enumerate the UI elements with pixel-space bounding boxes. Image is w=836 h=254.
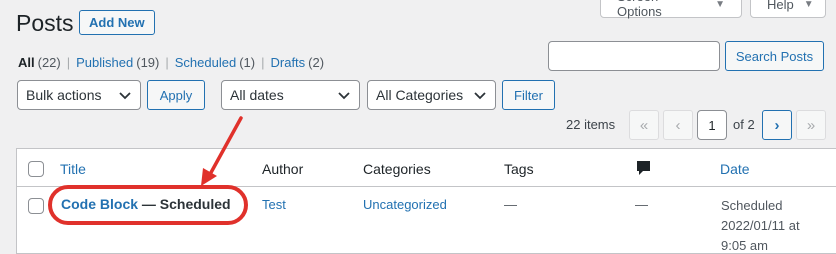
chevron-down-icon: ▼ <box>715 0 725 10</box>
post-date-status: Scheduled <box>721 198 783 213</box>
first-page-button[interactable]: « <box>629 110 659 140</box>
dates-value: All dates <box>230 87 284 103</box>
prev-page-button[interactable]: ‹ <box>663 110 693 140</box>
column-categories-header: Categories <box>363 161 431 177</box>
post-comments: — <box>635 197 648 212</box>
help-button[interactable]: Help ▼ <box>750 0 826 18</box>
filter-drafts-count: (2) <box>308 55 325 70</box>
post-date: Scheduled 2022/01/11 at 9:05 am <box>721 196 800 254</box>
chevron-down-icon <box>119 92 131 100</box>
post-status-filters: All (22) | Published (19) | Scheduled (1… <box>18 55 324 70</box>
filter-drafts-link[interactable]: Drafts <box>271 55 306 70</box>
categories-value: All Categories <box>376 87 464 103</box>
add-new-button[interactable]: Add New <box>79 10 155 35</box>
filter-button[interactable]: Filter <box>502 80 555 110</box>
post-category-link[interactable]: Uncategorized <box>363 197 447 212</box>
row-checkbox[interactable] <box>28 198 44 214</box>
chevron-down-icon <box>474 92 486 100</box>
column-author-header: Author <box>262 161 304 177</box>
separator: | <box>66 55 71 70</box>
filter-published-count: (19) <box>136 55 160 70</box>
separator: | <box>165 55 169 70</box>
chevron-down-icon: ▼ <box>803 0 814 10</box>
comment-bubble-icon[interactable] <box>636 160 651 176</box>
last-page-button[interactable]: » <box>796 110 826 140</box>
dates-select[interactable]: All dates <box>221 80 360 110</box>
filter-scheduled-count: (1) <box>239 55 256 70</box>
post-author-link[interactable]: Test <box>262 197 286 212</box>
chevron-down-icon <box>338 92 350 100</box>
separator: | <box>261 55 265 70</box>
screen-options-button[interactable]: Screen Options ▼ <box>600 0 742 19</box>
bulk-actions-select[interactable]: Bulk actions <box>17 80 141 110</box>
column-title-header[interactable]: Title <box>60 161 86 177</box>
help-label: Help <box>767 0 794 12</box>
annotation-arrow-icon <box>201 116 243 186</box>
items-count: 22 items <box>566 117 616 132</box>
categories-select[interactable]: All Categories <box>367 80 496 110</box>
total-pages-text: of 2 <box>733 117 755 132</box>
filter-published-link[interactable]: Published <box>76 55 133 70</box>
post-tags: — <box>504 197 517 212</box>
column-date-header[interactable]: Date <box>720 161 750 177</box>
screen-options-label: Screen Options <box>617 0 662 19</box>
next-page-button[interactable]: › <box>762 110 792 140</box>
filter-all-count: (22) <box>37 55 61 70</box>
post-date-line2: 9:05 am <box>721 238 768 253</box>
page-title: Posts <box>16 10 74 36</box>
select-all-checkbox[interactable] <box>28 161 44 177</box>
post-date-line1: 2022/01/11 at <box>721 218 800 233</box>
filter-scheduled-link[interactable]: Scheduled <box>175 55 236 70</box>
annotation-highlight-ring <box>48 185 248 225</box>
current-page-input[interactable]: 1 <box>697 110 727 140</box>
column-tags-header: Tags <box>504 161 534 177</box>
search-posts-button[interactable]: Search Posts <box>725 41 824 71</box>
filter-all-link[interactable]: All <box>18 55 35 70</box>
bulk-actions-value: Bulk actions <box>26 87 102 103</box>
search-input[interactable] <box>548 41 720 71</box>
apply-button[interactable]: Apply <box>147 80 205 110</box>
